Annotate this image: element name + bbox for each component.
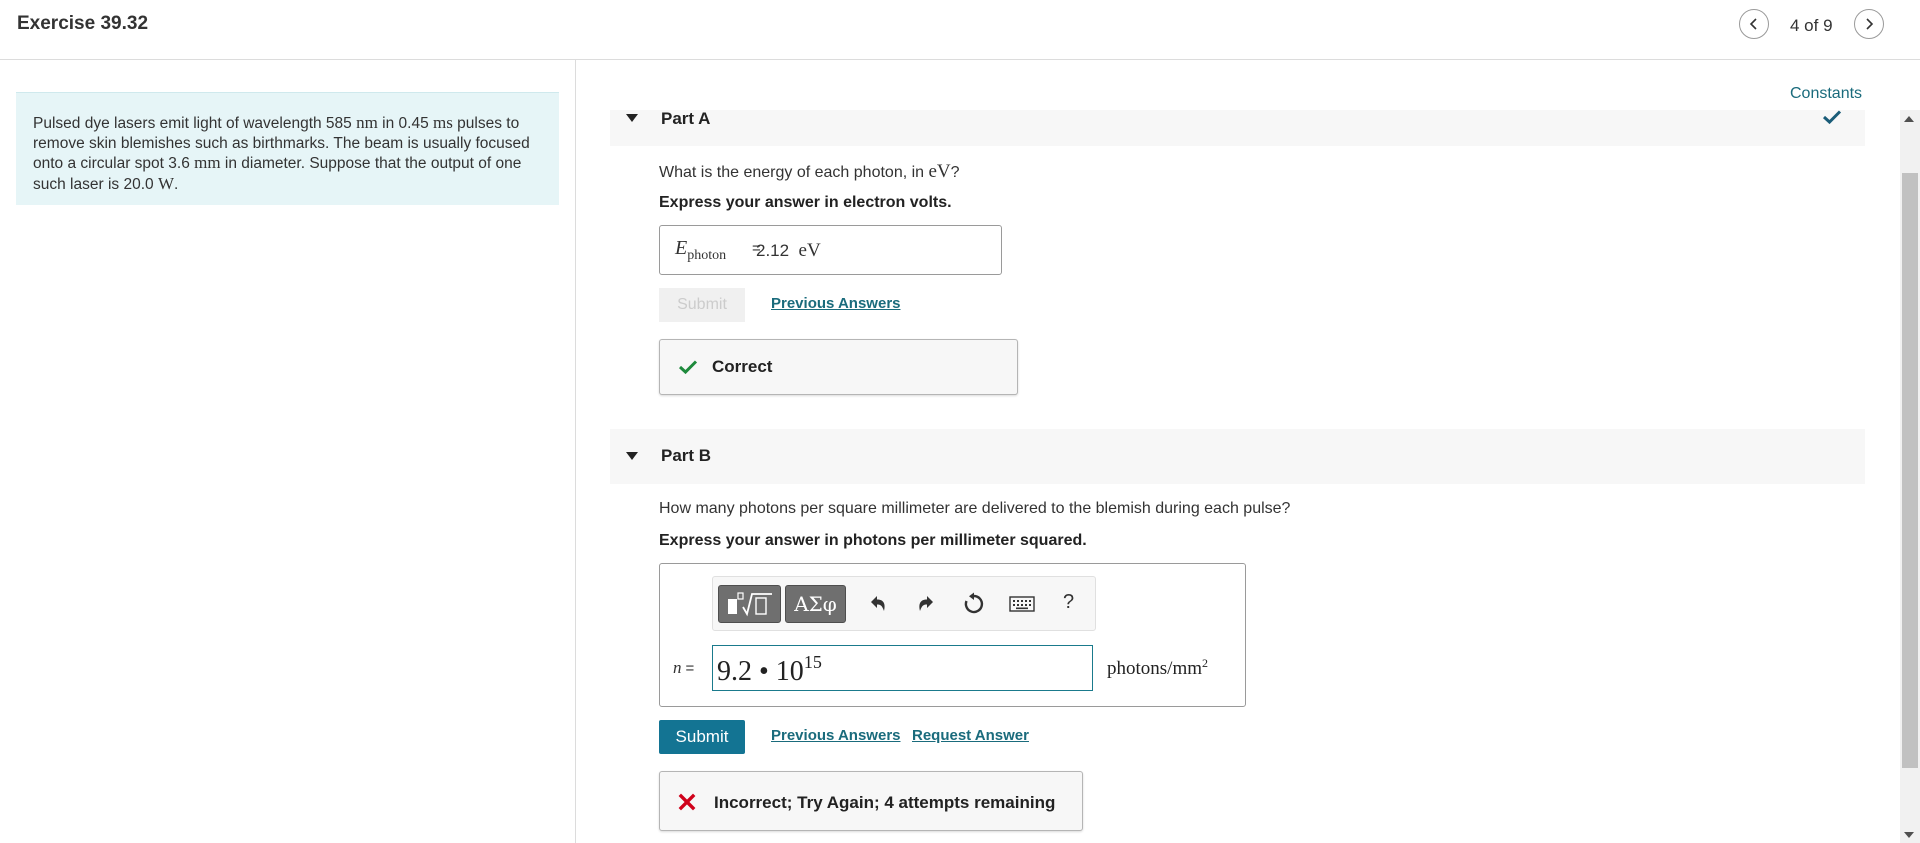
undo-button[interactable] (865, 591, 891, 617)
constants-link[interactable]: Constants (1790, 85, 1862, 103)
keyboard-button[interactable] (1009, 591, 1035, 617)
panel-divider (575, 59, 576, 843)
scroll-up-arrow-icon[interactable] (1904, 116, 1914, 122)
unit-nm: nm (356, 113, 378, 132)
part-a-label: Part A (661, 109, 711, 128)
templates-button[interactable] (718, 585, 781, 623)
part-b-submit-button[interactable]: Submit (659, 720, 745, 754)
part-b-header[interactable]: Part B (610, 429, 1865, 484)
answer-variable-n: n = (673, 658, 695, 677)
problem-text-1: Pulsed dye lasers emit light of waveleng… (33, 115, 357, 132)
unit-ms: ms (433, 113, 453, 132)
part-a-submit-button[interactable]: Submit (659, 288, 745, 322)
part-b-units: photons/mm2 (1107, 656, 1209, 679)
math-toolbar: ΑΣφ ? (712, 576, 1096, 631)
part-b-previous-answers-link[interactable]: Previous Answers (771, 727, 901, 744)
part-a-previous-answers-link[interactable]: Previous Answers (771, 295, 901, 312)
problem-text-2: in 0.45 (377, 115, 433, 132)
part-b-label: Part B (661, 446, 712, 465)
page-indicator: 4 of 9 (1790, 16, 1833, 35)
scrollbar-thumb[interactable] (1902, 173, 1918, 768)
unit-w: W (157, 173, 174, 193)
redo-icon (919, 596, 933, 611)
unit-mm: mm (194, 153, 221, 172)
scroll-down-arrow-icon[interactable] (1904, 832, 1914, 838)
part-a-answer-value: 2.12 eV (756, 240, 821, 261)
part-b-answer-input[interactable]: 9.2 • 1015 (712, 645, 1093, 691)
x-icon (678, 793, 696, 811)
problem-text-5: . (173, 175, 179, 193)
check-icon (678, 360, 698, 375)
caret-down-icon (626, 452, 638, 460)
part-b-answer-value: 9.2 • 1015 (717, 652, 822, 687)
part-a-header[interactable]: Part A (610, 109, 1865, 146)
part-a-feedback-text: Correct (712, 357, 773, 376)
part-a-answer-box: Ephoton = 2.12 eV (659, 225, 1002, 275)
next-exercise-button[interactable] (1854, 9, 1884, 39)
previous-exercise-button[interactable] (1739, 9, 1769, 39)
caret-down-icon (626, 114, 638, 122)
part-b-feedback: Incorrect; Try Again; 4 attempts remaini… (659, 771, 1083, 831)
part-a-question: What is the energy of each photon, in eV… (659, 161, 960, 182)
exercise-title: Exercise 39.32 (17, 13, 149, 34)
part-b-question: How many photons per square millimeter a… (659, 500, 1291, 517)
answer-variable: Ephoton (675, 237, 727, 263)
redo-button[interactable] (913, 591, 939, 617)
reset-button[interactable] (961, 591, 987, 617)
templates-icon (727, 592, 772, 617)
chevron-right-icon (1866, 18, 1874, 30)
reset-icon (964, 592, 984, 614)
undo-icon (871, 596, 885, 611)
part-b-instruction: Express your answer in photons per milli… (659, 532, 1087, 549)
problem-statement: Pulsed dye lasers emit light of waveleng… (16, 92, 559, 205)
keyboard-icon (1009, 596, 1035, 612)
chevron-left-icon (1749, 18, 1757, 30)
part-a-instruction: Express your answer in electron volts. (659, 194, 952, 211)
exercise-header: Exercise 39.32 4 of 9 (0, 0, 1920, 60)
symbols-icon: ΑΣφ (794, 592, 837, 616)
help-icon[interactable]: ? (1063, 591, 1074, 614)
symbols-button[interactable]: ΑΣφ (785, 585, 846, 623)
part-a-complete-check-icon (1822, 110, 1842, 125)
part-a-feedback: Correct (659, 339, 1018, 395)
part-b-feedback-text: Incorrect; Try Again; 4 attempts remaini… (714, 793, 1056, 812)
request-answer-link[interactable]: Request Answer (912, 727, 1029, 744)
